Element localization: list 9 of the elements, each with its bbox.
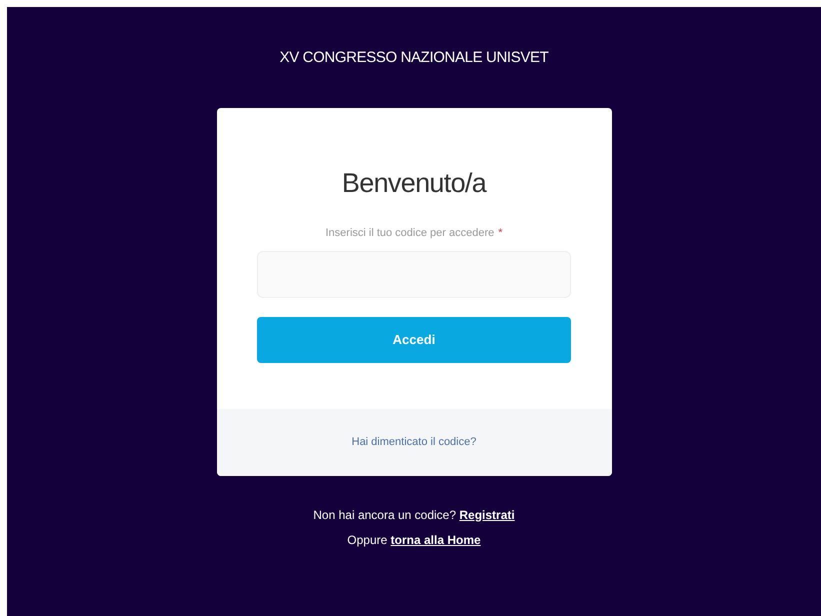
forgot-code-link[interactable]: Hai dimenticato il codice? bbox=[352, 434, 476, 450]
page-title: XV CONGRESSO NAZIONALE UNISVET bbox=[280, 48, 548, 68]
footer-text: Non hai ancora un codice? Registrati bbox=[313, 506, 515, 524]
footer-text: Oppure torna alla Home bbox=[347, 532, 481, 548]
field-label: Inserisci il tuo codice per accedere bbox=[325, 226, 494, 241]
required-mark: * bbox=[498, 226, 503, 241]
footer-link[interactable]: torna alla Home bbox=[390, 532, 481, 546]
heading: Benvenuto/a bbox=[342, 166, 486, 200]
footer-link[interactable]: Registrati bbox=[459, 508, 515, 522]
